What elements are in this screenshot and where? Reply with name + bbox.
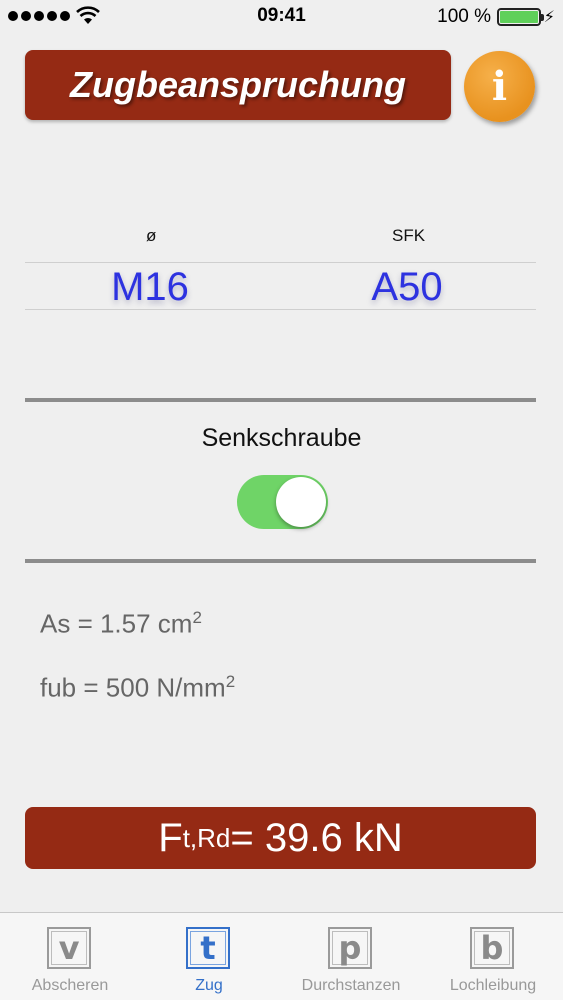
strength-class-picker[interactable]: A50	[307, 265, 507, 310]
tab-lochleibung[interactable]: b Lochleibung	[423, 913, 563, 1000]
charging-icon: ⚡	[543, 9, 555, 26]
tab-label: Abscheren	[31, 977, 109, 994]
fub-value: fub = 500 N/mm2	[40, 672, 235, 704]
tab-label: Zug	[195, 977, 223, 994]
tab-abscheren[interactable]: v Abscheren	[0, 913, 140, 1000]
divider	[25, 398, 536, 402]
status-bar: 09:41 100 % ⚡	[0, 0, 563, 34]
diameter-picker[interactable]: M16	[50, 265, 250, 310]
tension-icon: t	[186, 927, 230, 969]
force-subscript: t,Rd	[182, 822, 231, 853]
as-value: As = 1.57 cm2	[40, 608, 202, 640]
tab-label: Durchstanzen	[301, 977, 401, 994]
tab-label: Lochleibung	[449, 977, 537, 994]
divider	[25, 559, 536, 563]
tab-zug[interactable]: t Zug	[139, 913, 279, 1000]
battery-icon	[497, 8, 544, 26]
force-value: = 39.6 kN	[230, 815, 403, 860]
as-text: As = 1.57 cm	[40, 608, 193, 639]
punching-icon: p	[328, 927, 372, 969]
toggle-knob[interactable]	[276, 477, 326, 527]
picker-selection-top-line	[25, 262, 536, 263]
tension-resistance-result: Ft,Rd = 39.6 kN	[25, 807, 536, 869]
battery-percent: 100 %	[437, 6, 491, 27]
fub-text: fub = 500 N/mm	[40, 672, 226, 703]
tab-durchstanzen[interactable]: p Durchstanzen	[281, 913, 421, 1000]
bearing-icon: b	[470, 927, 514, 969]
strength-class-column-label: SFK	[392, 226, 426, 245]
countersunk-toggle[interactable]	[237, 475, 328, 529]
page-title: Zugbeanspruchung	[25, 50, 451, 120]
shear-icon: v	[47, 927, 91, 969]
tab-bar: v Abscheren t Zug p Durchstanzen b Lochl…	[0, 912, 563, 1000]
fub-exponent: 2	[225, 672, 236, 691]
force-symbol: F	[158, 815, 183, 860]
info-button[interactable]: i	[464, 51, 535, 122]
countersunk-label: Senkschraube	[201, 424, 362, 452]
diameter-column-label: ø	[146, 226, 157, 245]
as-exponent: 2	[192, 608, 202, 627]
